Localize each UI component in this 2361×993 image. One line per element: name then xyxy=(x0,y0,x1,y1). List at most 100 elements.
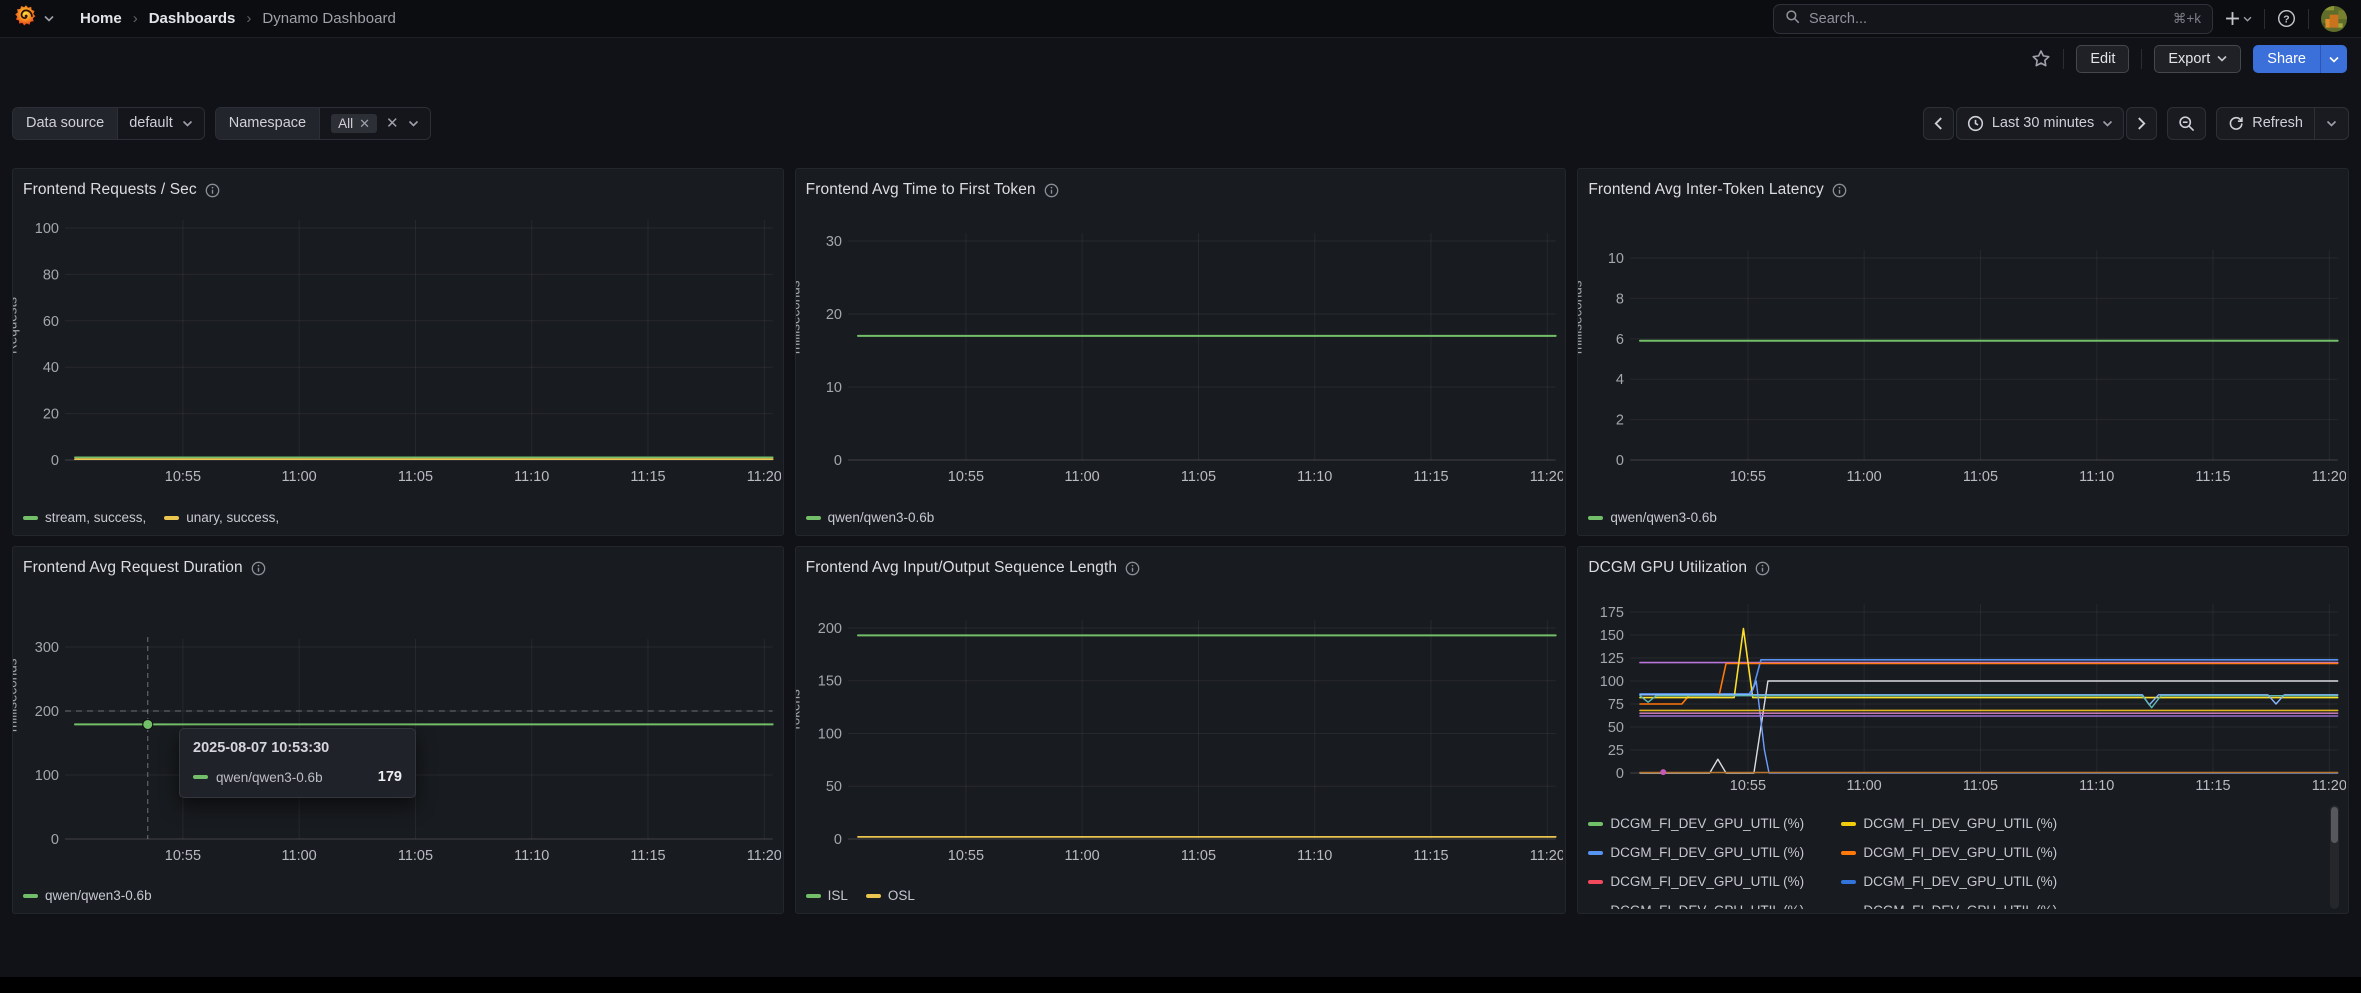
info-icon[interactable] xyxy=(205,183,220,198)
svg-text:0: 0 xyxy=(834,832,842,848)
time-shift-back-button[interactable] xyxy=(1923,107,1954,140)
legend-item[interactable]: OSL xyxy=(866,888,915,903)
legend-item[interactable]: unary, success, xyxy=(164,510,279,525)
panel-frontend-avg-time-to-first-token: Frontend Avg Time to First Token millise… xyxy=(795,168,1567,536)
grafana-logo[interactable] xyxy=(14,4,38,33)
chart-area[interactable]: 175150125100755025010:5511:0011:0511:101… xyxy=(1580,587,2346,806)
zoom-out-button[interactable] xyxy=(2167,107,2206,140)
legend-item[interactable]: DCGM_FI_DEV_GPU_UTIL (%) xyxy=(1841,874,2094,889)
svg-text:10:55: 10:55 xyxy=(947,848,983,864)
svg-text:50: 50 xyxy=(826,779,842,795)
svg-text:100: 100 xyxy=(35,221,59,237)
svg-text:11:10: 11:10 xyxy=(514,848,549,864)
user-avatar[interactable] xyxy=(2321,6,2347,32)
legend: ISL OSL xyxy=(806,888,915,903)
help-icon[interactable]: ? xyxy=(2277,9,2296,28)
svg-text:11:20: 11:20 xyxy=(2312,469,2346,485)
clock-icon xyxy=(1967,115,1984,132)
search-shortcut: ⌘+k xyxy=(2173,11,2201,27)
info-icon[interactable] xyxy=(1755,561,1770,576)
legend-item[interactable]: qwen/qwen3-0.6b xyxy=(1588,510,1717,525)
info-icon[interactable] xyxy=(251,561,266,576)
svg-text:11:15: 11:15 xyxy=(2196,469,2231,485)
org-switcher-chevron-icon[interactable] xyxy=(44,13,54,25)
refresh-button[interactable]: Refresh xyxy=(2217,108,2314,139)
breadcrumb-home[interactable]: Home xyxy=(80,10,122,27)
info-icon[interactable] xyxy=(1832,183,1847,198)
share-button-group: Share xyxy=(2253,45,2347,73)
share-menu-chevron[interactable] xyxy=(2320,45,2347,73)
svg-text:10:55: 10:55 xyxy=(1730,778,1766,794)
export-button[interactable]: Export xyxy=(2154,45,2241,73)
svg-text:11:05: 11:05 xyxy=(1963,469,1998,485)
tooltip-timestamp: 2025-08-07 10:53:30 xyxy=(180,729,415,763)
chevron-down-icon xyxy=(2217,54,2227,65)
datasource-select[interactable]: default xyxy=(118,108,204,139)
legend-item[interactable]: DCGM_FI_DEV_GPU_UTIL (%) xyxy=(1588,874,1841,889)
svg-text:25: 25 xyxy=(1608,743,1624,759)
panel-title: Frontend Avg Request Duration xyxy=(23,559,243,577)
legend-item[interactable]: DCGM_FI_DEV_GPU_UTIL (%) xyxy=(1841,845,2094,860)
chart-area[interactable]: 302010010:5511:0011:0511:1011:1511:20 xyxy=(798,209,1564,498)
legend-scrollbar[interactable] xyxy=(2330,805,2339,909)
legend-item[interactable]: DCGM_FI_DEV_GPU_UTIL (%) xyxy=(1841,903,2094,909)
chart-area[interactable]: 20015010050010:5511:0011:0511:1011:1511:… xyxy=(798,587,1564,877)
legend-item[interactable]: qwen/qwen3-0.6b xyxy=(23,888,152,903)
namespace-select[interactable]: All ✕ ✕ xyxy=(320,108,430,139)
svg-text:11:00: 11:00 xyxy=(1847,778,1882,794)
legend-item[interactable]: ISL xyxy=(806,888,848,903)
scrollbar-thumb[interactable] xyxy=(2331,807,2338,843)
edit-button[interactable]: Edit xyxy=(2076,45,2129,73)
svg-text:11:10: 11:10 xyxy=(2080,778,2115,794)
chevron-down-icon xyxy=(182,120,193,127)
refresh-interval-chevron[interactable] xyxy=(2314,108,2348,139)
refresh-icon xyxy=(2228,115,2244,131)
panel-title: Frontend Requests / Sec xyxy=(23,181,197,199)
info-icon[interactable] xyxy=(1125,561,1140,576)
legend-item[interactable]: DCGM_FI_DEV_GPU_UTIL (%) xyxy=(1588,816,1841,831)
legend-item[interactable]: stream, success, xyxy=(23,510,146,525)
svg-text:11:10: 11:10 xyxy=(514,469,549,485)
svg-text:11:10: 11:10 xyxy=(1297,469,1332,485)
share-button[interactable]: Share xyxy=(2253,45,2320,73)
svg-text:11:20: 11:20 xyxy=(747,469,781,485)
svg-text:200: 200 xyxy=(35,704,59,720)
refresh-button-group: Refresh xyxy=(2216,107,2349,140)
svg-text:11:00: 11:00 xyxy=(282,848,317,864)
legend: stream, success, unary, success, xyxy=(23,510,279,525)
chevron-down-icon xyxy=(408,120,419,127)
breadcrumb-dashboards[interactable]: Dashboards xyxy=(149,10,236,27)
dashboard-toolbar: Edit Export Share xyxy=(0,38,2361,80)
info-icon[interactable] xyxy=(1044,183,1059,198)
divider xyxy=(2308,9,2309,29)
chart-area[interactable]: 10080604020010:5511:0011:0511:1011:1511:… xyxy=(15,209,781,498)
legend-item[interactable]: qwen/qwen3-0.6b xyxy=(806,510,935,525)
svg-text:11:00: 11:00 xyxy=(1847,469,1882,485)
chart-area[interactable]: 108642010:5511:0011:0511:1011:1511:20 xyxy=(1580,209,2346,498)
svg-text:80: 80 xyxy=(43,267,59,283)
legend-item[interactable]: DCGM_FI_DEV_GPU_UTIL (%) xyxy=(1588,845,1841,860)
svg-text:11:00: 11:00 xyxy=(1064,469,1099,485)
favorite-star-icon[interactable] xyxy=(2031,49,2051,69)
clear-all-icon[interactable]: ✕ xyxy=(386,116,399,131)
time-range-picker[interactable]: Last 30 minutes xyxy=(1956,107,2124,140)
datasource-label: Data source xyxy=(13,108,118,139)
svg-text:11:15: 11:15 xyxy=(1413,469,1448,485)
panel-frontend-requests-per-sec: Frontend Requests / Sec Requests 1008060… xyxy=(12,168,784,536)
add-new-button[interactable] xyxy=(2225,11,2252,26)
time-shift-forward-button[interactable] xyxy=(2126,107,2157,140)
remove-chip-icon[interactable]: ✕ xyxy=(359,117,370,130)
panel-dcgm-gpu-utilization: DCGM GPU Utilization 1751501251007550250… xyxy=(1577,546,2349,914)
search-input[interactable]: Search... ⌘+k xyxy=(1773,4,2213,34)
svg-text:11:20: 11:20 xyxy=(2312,778,2346,794)
namespace-chip[interactable]: All ✕ xyxy=(331,114,377,133)
svg-text:11:05: 11:05 xyxy=(398,848,433,864)
svg-text:11:20: 11:20 xyxy=(1529,848,1563,864)
svg-text:11:20: 11:20 xyxy=(1529,469,1563,485)
svg-text:75: 75 xyxy=(1608,697,1624,713)
legend-item[interactable]: DCGM_FI_DEV_GPU_UTIL (%) xyxy=(1588,903,1841,909)
svg-text:175: 175 xyxy=(1600,605,1624,621)
svg-text:10:55: 10:55 xyxy=(165,469,201,485)
legend-item[interactable]: DCGM_FI_DEV_GPU_UTIL (%) xyxy=(1841,816,2094,831)
panel-frontend-avg-io-sequence-length: Frontend Avg Input/Output Sequence Lengt… xyxy=(795,546,1567,914)
